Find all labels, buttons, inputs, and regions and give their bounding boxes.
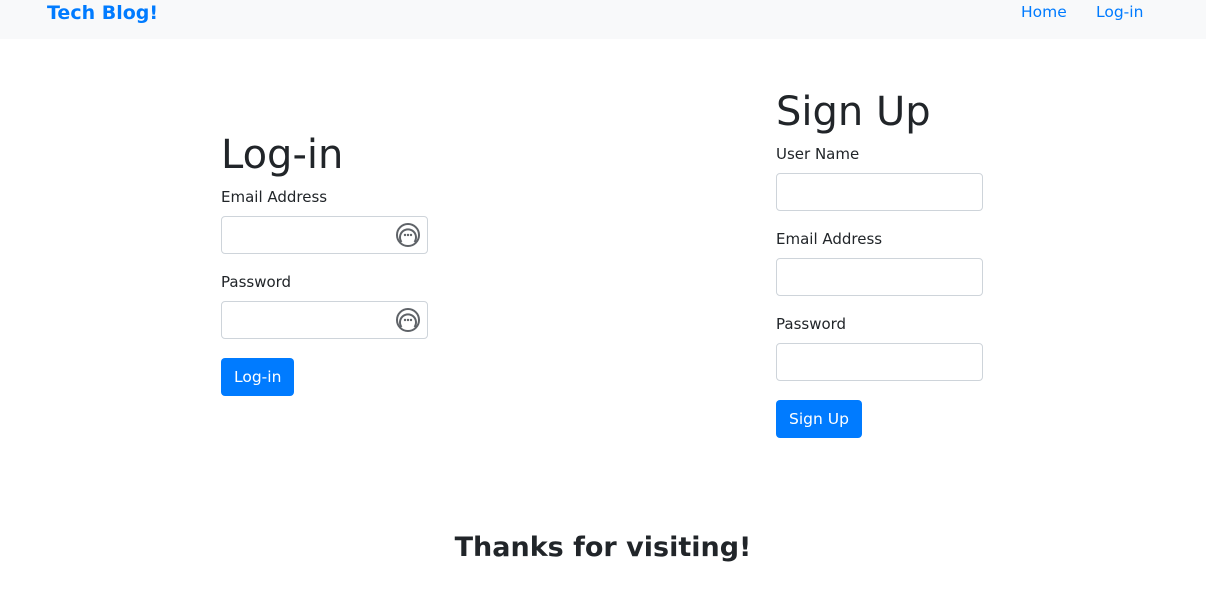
login-title: Log-in xyxy=(221,132,344,178)
signup-username-label: User Name xyxy=(776,145,860,163)
nav-home-link[interactable]: Home xyxy=(1021,2,1067,22)
login-password-label: Password xyxy=(221,273,292,291)
signup-title: Sign Up xyxy=(776,89,931,135)
signup-email-input[interactable] xyxy=(776,258,983,296)
login-email-wrap xyxy=(221,216,428,254)
password-manager-icon[interactable] xyxy=(395,307,421,333)
login-password-wrap xyxy=(221,301,428,339)
password-manager-icon[interactable] xyxy=(395,222,421,248)
signup-username-wrap xyxy=(776,173,983,211)
signup-password-label: Password xyxy=(776,315,847,333)
signup-email-label: Email Address xyxy=(776,230,883,248)
signup-password-wrap xyxy=(776,343,983,381)
footer-message: Thanks for visiting! xyxy=(454,532,752,563)
login-button[interactable]: Log-in xyxy=(221,358,295,396)
signup-username-input[interactable] xyxy=(776,173,983,211)
navbar: Tech Blog! Home Log-in xyxy=(0,0,1206,39)
nav-login-link[interactable]: Log-in xyxy=(1096,2,1143,22)
signup-button[interactable]: Sign Up xyxy=(776,400,862,438)
signup-form: Sign Up User Name Email Address Password… xyxy=(776,85,1036,438)
brand-link[interactable]: Tech Blog! xyxy=(47,1,158,25)
signup-email-wrap xyxy=(776,258,983,296)
login-form: Log-in Email Address Password Log-in xyxy=(221,128,481,396)
login-email-label: Email Address xyxy=(221,188,328,206)
signup-password-input[interactable] xyxy=(776,343,983,381)
